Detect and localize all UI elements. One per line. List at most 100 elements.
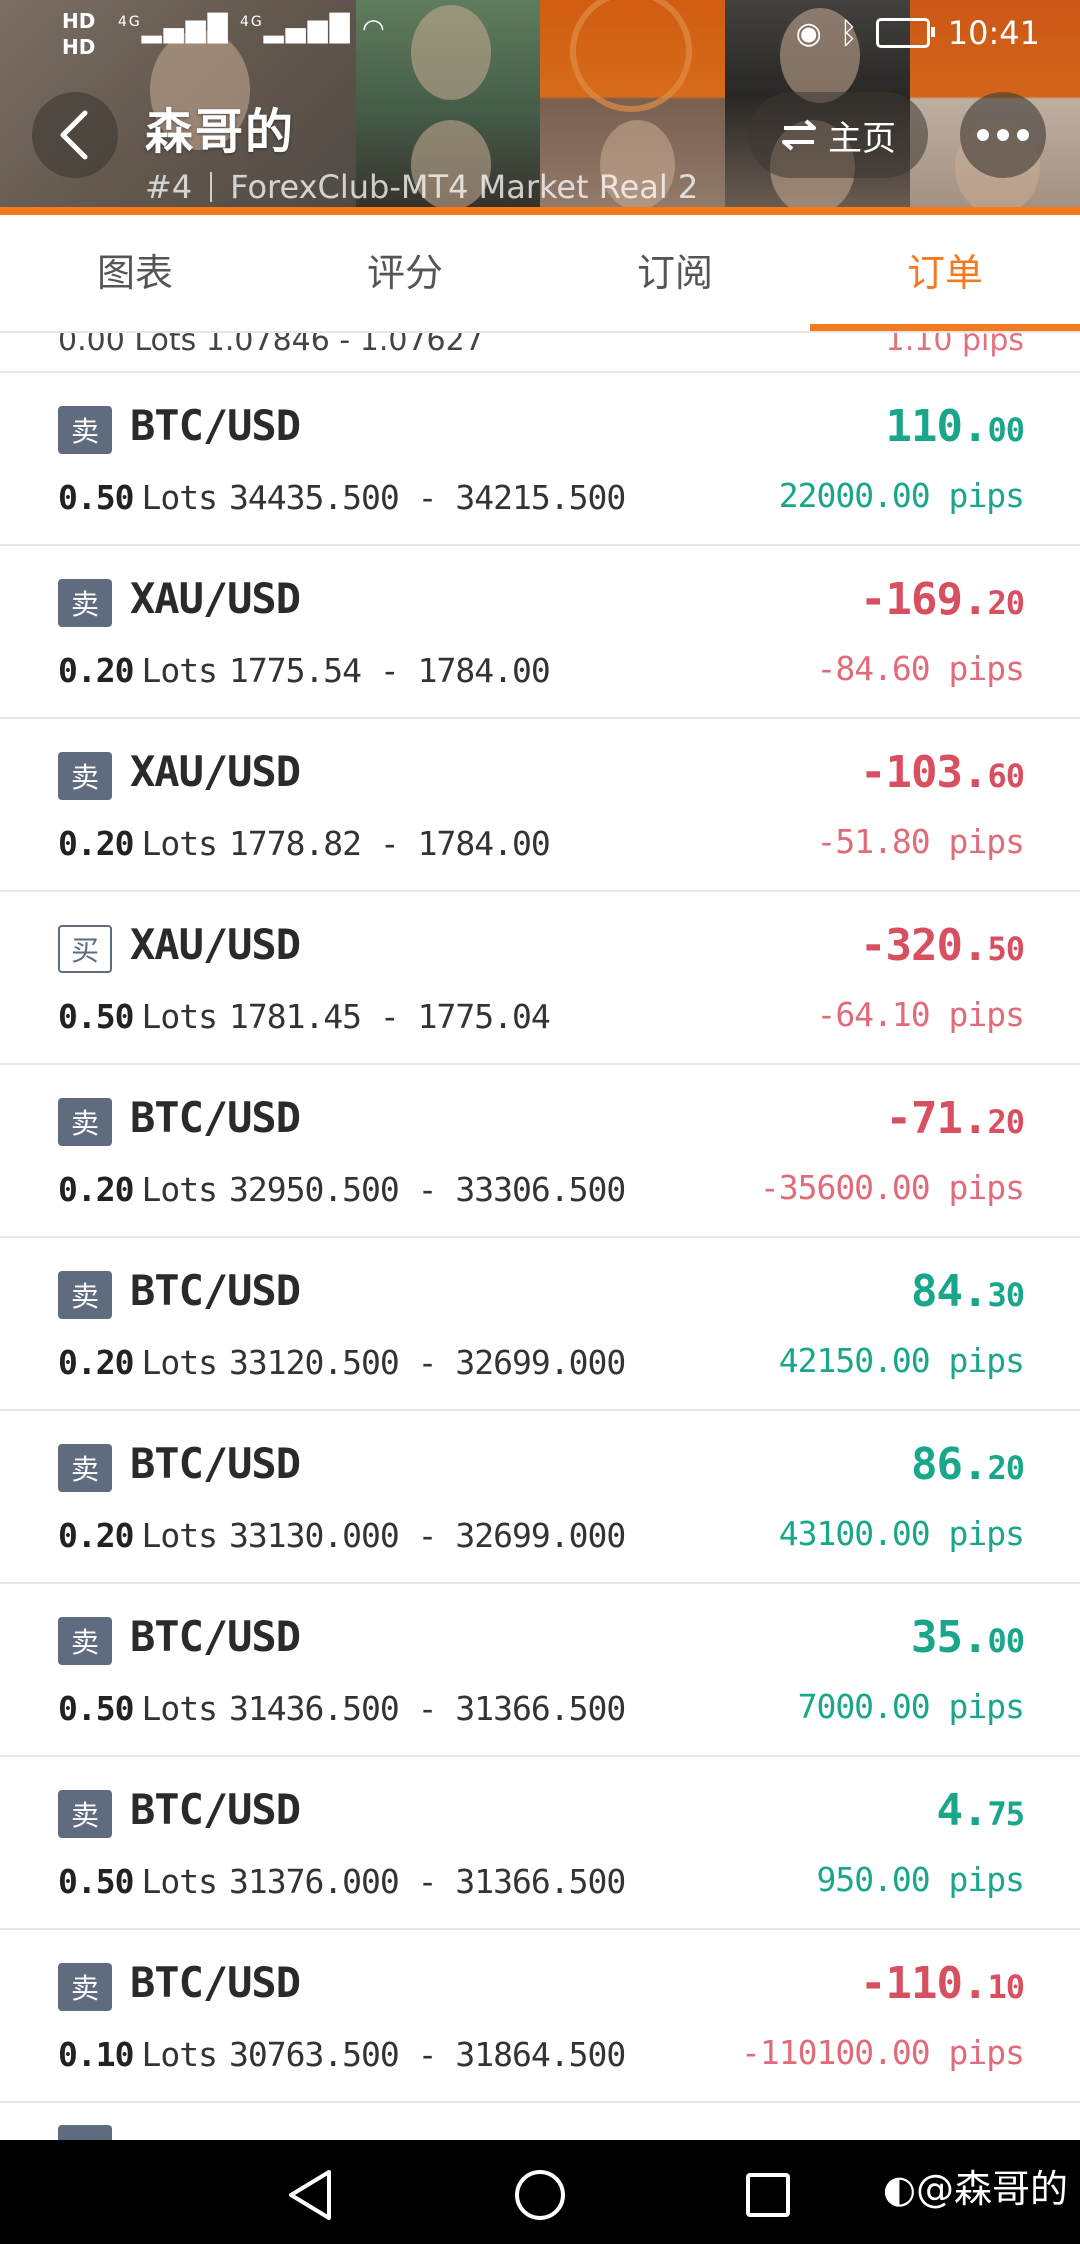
price-range: 1775.54 - 1784.00 [228,651,551,690]
price-range: 30763.500 - 31864.500 [228,2035,626,2074]
eye-icon: ◉ [795,15,822,51]
hd-indicators: HD HD [62,8,95,60]
profit-decimal: 50 [987,930,1025,968]
order-row[interactable]: 卖 BTC/USD 0.50 Lots 31436.500 - 31366.500 35.… [0,1584,1080,1757]
side-badge: 卖 [58,1444,112,1492]
lot-size: 0.50 [58,478,134,517]
order-row[interactable]: 卖 XAU/USD 0.20 Lots 1778.82 - 1784.00 -103.60… [0,719,1080,892]
order-profit: 35.00 [910,1612,1025,1663]
tab-chart[interactable]: 图表 [0,215,270,331]
lots-label: Lots [141,997,217,1036]
lot-size: 0.20 [58,651,134,690]
lots-label: Lots [141,1516,217,1555]
side-badge: 卖 [58,1098,112,1146]
more-dots-icon [977,129,989,141]
lots-label: Lots [141,1343,217,1382]
order-row[interactable]: 卖 BTC/USD 0.20 Lots 33120.500 - 32699.000 84.… [0,1238,1080,1411]
lot-size: 0.50 [58,1689,134,1728]
orders-rows: 卖 BTC/USD 0.50 Lots 34435.500 - 34215.500 110… [0,373,1080,2103]
circle-home-icon[interactable] [513,2168,567,2222]
order-row[interactable]: 买 XAU/USD 0.50 Lots 1781.45 - 1775.04 -320.50… [0,892,1080,1065]
order-symbol: BTC/USD [130,1785,301,1834]
order-row[interactable]: 卖 BTC/USD 0.50 Lots 31376.000 - 31366.500 4.7… [0,1757,1080,1930]
order-pips: 7000.00 pips [797,1687,1025,1726]
profit-integer: 35. [910,1612,988,1663]
order-symbol: BTC/USD [130,1093,301,1142]
profit-decimal: 20 [987,1449,1025,1487]
hd-indicator-2: HD [62,35,96,59]
order-row[interactable]: 卖 XAU/USD 0.20 Lots 1775.54 - 1784.00 -169.20… [0,546,1080,719]
order-profit: -103.60 [860,747,1025,798]
list-item-cutoff[interactable] [0,2103,1080,2140]
watermark-text: @森哥的 [915,2167,1068,2211]
order-row[interactable]: 卖 BTC/USD 0.20 Lots 32950.500 - 33306.500 -71… [0,1065,1080,1238]
page-title: 森哥的 [145,104,296,160]
partial-right-text: 1.10 pips [885,333,1024,358]
order-detail: 0.10 Lots 30763.500 - 31864.500 [58,2035,626,2074]
tab-orders[interactable]: 订单 [810,215,1080,331]
more-button[interactable] [960,92,1046,178]
order-profit: 86.20 [910,1439,1025,1490]
profit-decimal: 00 [987,1622,1025,1660]
swap-icon [782,119,816,151]
order-profit: -320.50 [860,920,1025,971]
order-detail: 0.20 Lots 1775.54 - 1784.00 [58,651,551,690]
order-pips: 43100.00 pips [778,1514,1025,1553]
order-symbol: XAU/USD [130,920,301,969]
side-badge: 卖 [58,1963,112,2011]
side-badge: 卖 [58,406,112,454]
order-row[interactable]: 卖 BTC/USD 0.50 Lots 34435.500 - 34215.500 110… [0,373,1080,546]
order-profit: 84.30 [911,1266,1025,1317]
side-badge: 卖 [58,1790,112,1838]
order-pips: 42150.00 pips [778,1341,1025,1380]
lots-label: Lots [141,2035,217,2074]
lots-label: Lots [141,478,217,517]
profit-decimal: 20 [987,1103,1025,1141]
profit-decimal: 10 [987,1968,1025,2006]
tab-rating[interactable]: 评分 [270,215,540,331]
price-range: 33120.500 - 32699.000 [228,1343,626,1382]
list-item-partial[interactable]: 0.00 Lots 1.07846 - 1.07627 1.10 pips [0,333,1080,373]
price-range: 32950.500 - 33306.500 [228,1170,626,1209]
profit-decimal: 20 [987,584,1025,622]
lot-size: 0.20 [58,824,134,863]
order-pips: -84.60 pips [816,649,1025,688]
order-pips: 950.00 pips [816,1860,1025,1899]
lot-size: 0.10 [58,2035,134,2074]
header-accent-line [0,207,1080,215]
lots-label: Lots [141,1689,217,1728]
rank-label: #4 [145,168,193,206]
profit-integer: 86. [910,1439,988,1490]
side-badge: 卖 [58,1271,112,1319]
order-symbol: XAU/USD [130,747,301,796]
order-symbol: BTC/USD [130,401,301,450]
profit-integer: -110. [860,1958,988,2009]
profit-decimal: 75 [987,1795,1025,1833]
profit-integer: -320. [860,920,988,971]
battery-icon [875,18,935,48]
order-row[interactable]: 卖 BTC/USD 0.20 Lots 33130.000 - 32699.000 86.… [0,1411,1080,1584]
square-recent-icon[interactable] [745,2172,791,2218]
profit-decimal: 30 [987,1276,1025,1314]
profit-integer: 110. [885,401,989,452]
lots-label: Lots [141,1862,217,1901]
status-bar: HD HD 4G▂▄▆█ 4G▂▄▆█ ◠ ◉ ᛒ 10:41 [0,0,1080,72]
orders-list[interactable]: 0.00 Lots 1.07846 - 1.07627 1.10 pips 卖B… [0,333,1080,2140]
lot-size: 0.20 [58,1170,134,1209]
back-button[interactable] [32,92,118,178]
account-label: ForexClub-MT4 Market Real 2 [230,168,699,206]
profit-integer: -71. [885,1093,989,1144]
order-profit: -71.20 [886,1093,1025,1144]
wifi-icon: ◠ [362,14,387,44]
tab-subscribe[interactable]: 订阅 [540,215,810,331]
order-pips: -35600.00 pips [759,1168,1025,1207]
partial-left-text: 0.00 Lots 1.07846 - 1.07627 [58,333,484,358]
home-button[interactable]: 主页 [748,92,928,178]
profit-integer: 4. [936,1785,988,1836]
order-profit: -110.10 [860,1958,1025,2009]
order-symbol: BTC/USD [130,1612,301,1661]
price-range: 31436.500 - 31366.500 [228,1689,626,1728]
order-row[interactable]: 卖 BTC/USD 0.10 Lots 30763.500 - 31864.500 -11… [0,1930,1080,2103]
triangle-back-icon[interactable] [285,2168,335,2222]
watermark: ◐@森哥的 [883,2158,1068,2213]
